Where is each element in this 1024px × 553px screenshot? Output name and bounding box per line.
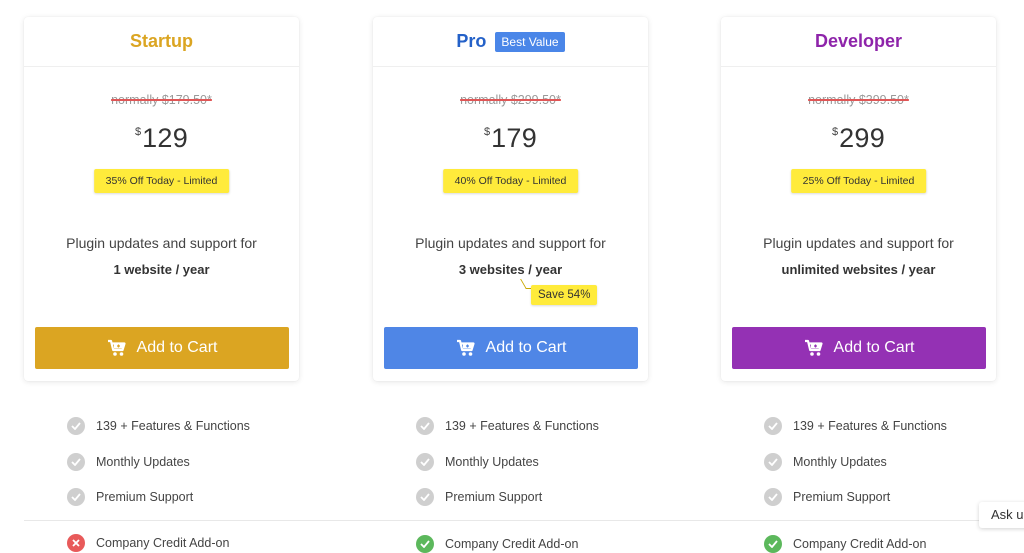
support-description: Plugin updates and support for — [415, 235, 606, 251]
feature-item: 139 + Features & Functions — [67, 416, 250, 436]
add-to-cart-label: Add to Cart — [833, 339, 915, 356]
feature-item: 139 + Features & Functions — [416, 416, 599, 436]
feature-label: 139 + Features & Functions — [793, 419, 947, 433]
check-circle-grey-icon — [416, 453, 434, 471]
original-price: normally $399.50* — [808, 93, 909, 107]
add-to-cart-label: Add to Cart — [136, 339, 218, 356]
add-to-cart-label: Add to Cart — [485, 339, 567, 356]
feature-item: Premium Support — [764, 487, 890, 507]
feature-item: 139 + Features & Functions — [764, 416, 947, 436]
check-circle-green-icon — [764, 535, 782, 553]
price-amount: 179 — [491, 123, 538, 153]
plan-header: Developer — [721, 17, 996, 67]
check-circle-grey-icon — [764, 417, 782, 435]
feature-item: Company Credit Add-on — [764, 534, 926, 553]
x-circle-red-icon — [67, 534, 85, 552]
best-value-badge: Best Value — [495, 31, 565, 52]
original-price: normally $299.50* — [460, 93, 561, 107]
pricing-section: Startup normally $179.50* $ 129 35% Off … — [0, 0, 1024, 553]
support-description: Plugin updates and support for — [66, 235, 257, 251]
feature-item: Premium Support — [67, 487, 193, 507]
check-circle-grey-icon — [416, 488, 434, 506]
currency-symbol: $ — [134, 126, 142, 138]
check-circle-grey-icon — [67, 488, 85, 506]
plan-card-developer: Developer normally $399.50* $ 299 25% Of… — [721, 17, 996, 381]
check-circle-grey-icon — [67, 417, 85, 435]
check-circle-green-icon — [416, 535, 434, 553]
feature-label: 139 + Features & Functions — [445, 419, 599, 433]
plan-header: Pro Best Value — [373, 17, 648, 67]
plan-name: Startup — [130, 31, 193, 51]
feature-label: Monthly Updates — [445, 455, 539, 469]
feature-label: Premium Support — [445, 490, 543, 504]
plan-name: Pro — [456, 31, 487, 51]
add-to-cart-button-pro[interactable]: Add to Cart — [384, 327, 638, 369]
support-description: Plugin updates and support for — [763, 235, 954, 251]
check-circle-grey-icon — [67, 453, 85, 471]
original-price: normally $179.50* — [111, 93, 212, 107]
support-quantity: 1 website / year — [113, 262, 210, 277]
price-amount: 129 — [142, 123, 189, 153]
save-percentage-tag: Save 54% — [531, 285, 598, 305]
shopping-cart-icon — [456, 339, 475, 356]
check-circle-grey-icon — [764, 488, 782, 506]
feature-item: Monthly Updates — [67, 452, 190, 472]
price-amount: 299 — [839, 123, 886, 153]
feature-label: Monthly Updates — [96, 455, 190, 469]
shopping-cart-icon — [107, 339, 126, 356]
discount-badge: 35% Off Today - Limited — [93, 169, 230, 193]
currency-symbol: $ — [483, 126, 491, 138]
check-circle-grey-icon — [764, 453, 782, 471]
feature-label: Monthly Updates — [793, 455, 887, 469]
plan-name: Developer — [814, 31, 903, 51]
price: $ 299 — [721, 123, 996, 154]
feature-item: Company Credit Add-on — [67, 533, 229, 553]
feature-item: Company Credit Add-on — [416, 534, 578, 553]
shopping-cart-icon — [804, 339, 823, 356]
price: $ 129 — [24, 123, 299, 154]
feature-item: Monthly Updates — [764, 452, 887, 472]
add-to-cart-button-developer[interactable]: Add to Cart — [732, 327, 986, 369]
support-quantity: unlimited websites / year — [781, 262, 936, 277]
support-quantity: 3 websites / year — [458, 262, 563, 277]
feature-label: Premium Support — [96, 490, 194, 504]
plan-card-startup: Startup normally $179.50* $ 129 35% Off … — [24, 17, 299, 381]
feature-label: Company Credit Add-on — [96, 536, 230, 550]
feature-label: 139 + Features & Functions — [96, 419, 250, 433]
feature-divider — [24, 520, 1004, 521]
discount-badge: 40% Off Today - Limited — [442, 169, 579, 193]
feature-item: Premium Support — [416, 487, 542, 507]
feature-label: Premium Support — [793, 490, 891, 504]
feature-label: Company Credit Add-on — [793, 537, 927, 551]
feature-item: Monthly Updates — [416, 452, 539, 472]
check-circle-grey-icon — [416, 417, 434, 435]
chat-widget-button[interactable]: Ask u — [979, 502, 1024, 528]
discount-badge: 25% Off Today - Limited — [790, 169, 927, 193]
currency-symbol: $ — [831, 126, 839, 138]
feature-label: Company Credit Add-on — [445, 537, 579, 551]
price: $ 179 — [373, 123, 648, 154]
add-to-cart-button-startup[interactable]: Add to Cart — [35, 327, 289, 369]
plan-header: Startup — [24, 17, 299, 67]
plan-card-pro: Pro Best Value normally $299.50* $ 179 4… — [373, 17, 648, 381]
